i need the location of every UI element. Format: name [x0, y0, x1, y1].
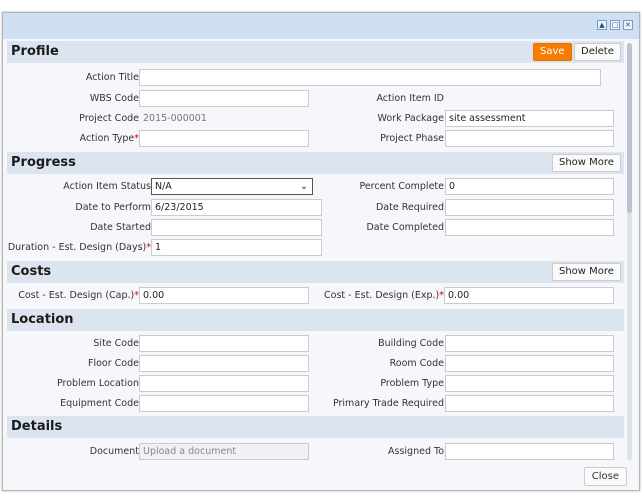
label: Date to Perform — [75, 202, 151, 213]
label: Action Type* — [79, 133, 139, 144]
maximize-icon[interactable]: □ — [610, 20, 620, 30]
label: Date Completed — [366, 222, 444, 233]
scrollbar[interactable] — [627, 43, 632, 461]
section-profile: Profile Save Delete — [7, 41, 624, 63]
section-location: Location — [7, 309, 624, 331]
building-code-input[interactable] — [445, 335, 614, 352]
primary-trade-input[interactable] — [445, 395, 614, 412]
site-code-input[interactable] — [139, 335, 309, 352]
label: Document — [89, 446, 139, 457]
label: Cost - Est. Design (Exp.)* — [324, 290, 444, 301]
duration-input[interactable]: 1 — [151, 239, 322, 256]
chevron-down-icon: ⌄ — [300, 181, 308, 192]
equipment-code-input[interactable] — [139, 395, 309, 412]
label: Action Title — [85, 72, 139, 83]
label: Date Started — [90, 222, 151, 233]
label: Project Phase — [380, 133, 444, 144]
section-details: Details — [7, 416, 624, 438]
section-costs: Costs Show More — [7, 261, 624, 283]
label: Primary Trade Required — [332, 398, 444, 409]
assigned-to-input[interactable] — [445, 443, 614, 460]
close-button[interactable]: Close — [583, 467, 627, 486]
document-upload-input[interactable]: Upload a document — [139, 443, 309, 460]
label: Site Code — [93, 338, 139, 349]
cost-exp-input[interactable]: 0.00 — [444, 287, 614, 304]
show-more-button[interactable]: Show More — [552, 154, 621, 172]
show-more-button[interactable]: Show More — [552, 263, 621, 281]
action-item-status-select[interactable]: N/A ⌄ — [151, 178, 313, 195]
date-to-perform-input[interactable]: 6/23/2015 — [151, 199, 322, 216]
project-phase-input[interactable] — [445, 130, 614, 147]
label: Building Code — [378, 338, 444, 349]
floor-code-input[interactable] — [139, 355, 309, 372]
date-required-input[interactable] — [445, 199, 614, 216]
date-started-input[interactable] — [151, 219, 322, 236]
problem-type-input[interactable] — [445, 375, 614, 392]
label: Floor Code — [88, 358, 139, 369]
close-icon[interactable]: ✕ — [623, 20, 633, 30]
label: Action Item Status — [63, 181, 151, 192]
section-title: Costs — [11, 264, 52, 279]
label: Date Required — [375, 202, 444, 213]
save-button[interactable]: Save — [533, 43, 572, 61]
label: Problem Location — [56, 378, 139, 389]
date-completed-input[interactable] — [445, 219, 614, 236]
label: Assigned To — [388, 446, 444, 457]
section-title: Location — [11, 312, 74, 327]
section-progress: Progress Show More — [7, 152, 624, 174]
scrollbar-thumb[interactable] — [627, 43, 632, 213]
label: Cost - Est. Design (Cap.)* — [18, 290, 139, 301]
title-bar[interactable]: ▲ □ ✕ — [3, 13, 639, 39]
label: Room Code — [389, 358, 444, 369]
action-type-input[interactable] — [139, 130, 309, 147]
section-title: Profile — [11, 44, 59, 59]
action-title-input[interactable] — [139, 69, 601, 86]
label: Duration - Est. Design (Days)* — [7, 242, 151, 253]
label: Action Item ID — [376, 93, 444, 104]
wbs-code-input[interactable] — [139, 90, 309, 107]
label: WBS Code — [89, 93, 139, 104]
section-title: Details — [11, 419, 63, 434]
collapse-icon[interactable]: ▲ — [597, 20, 607, 30]
cost-cap-input[interactable]: 0.00 — [139, 287, 309, 304]
work-package-input[interactable]: site assessment — [445, 110, 614, 127]
room-code-input[interactable] — [445, 355, 614, 372]
form-panel: Profile Save Delete Action Title WBS Cod… — [7, 41, 624, 464]
label: Equipment Code — [60, 398, 139, 409]
dialog-window: ▲ □ ✕ Profile Save Delete Action Title W… — [2, 12, 640, 491]
percent-complete-input[interactable]: 0 — [445, 178, 614, 195]
delete-button[interactable]: Delete — [574, 43, 621, 61]
label: Percent Complete — [359, 181, 444, 192]
label: Work Package — [377, 113, 444, 124]
section-title: Progress — [11, 155, 76, 170]
label: Problem Type — [380, 378, 444, 389]
label: Project Code — [79, 113, 139, 124]
project-code-value: 2015-000001 — [143, 113, 207, 124]
problem-location-input[interactable] — [139, 375, 309, 392]
